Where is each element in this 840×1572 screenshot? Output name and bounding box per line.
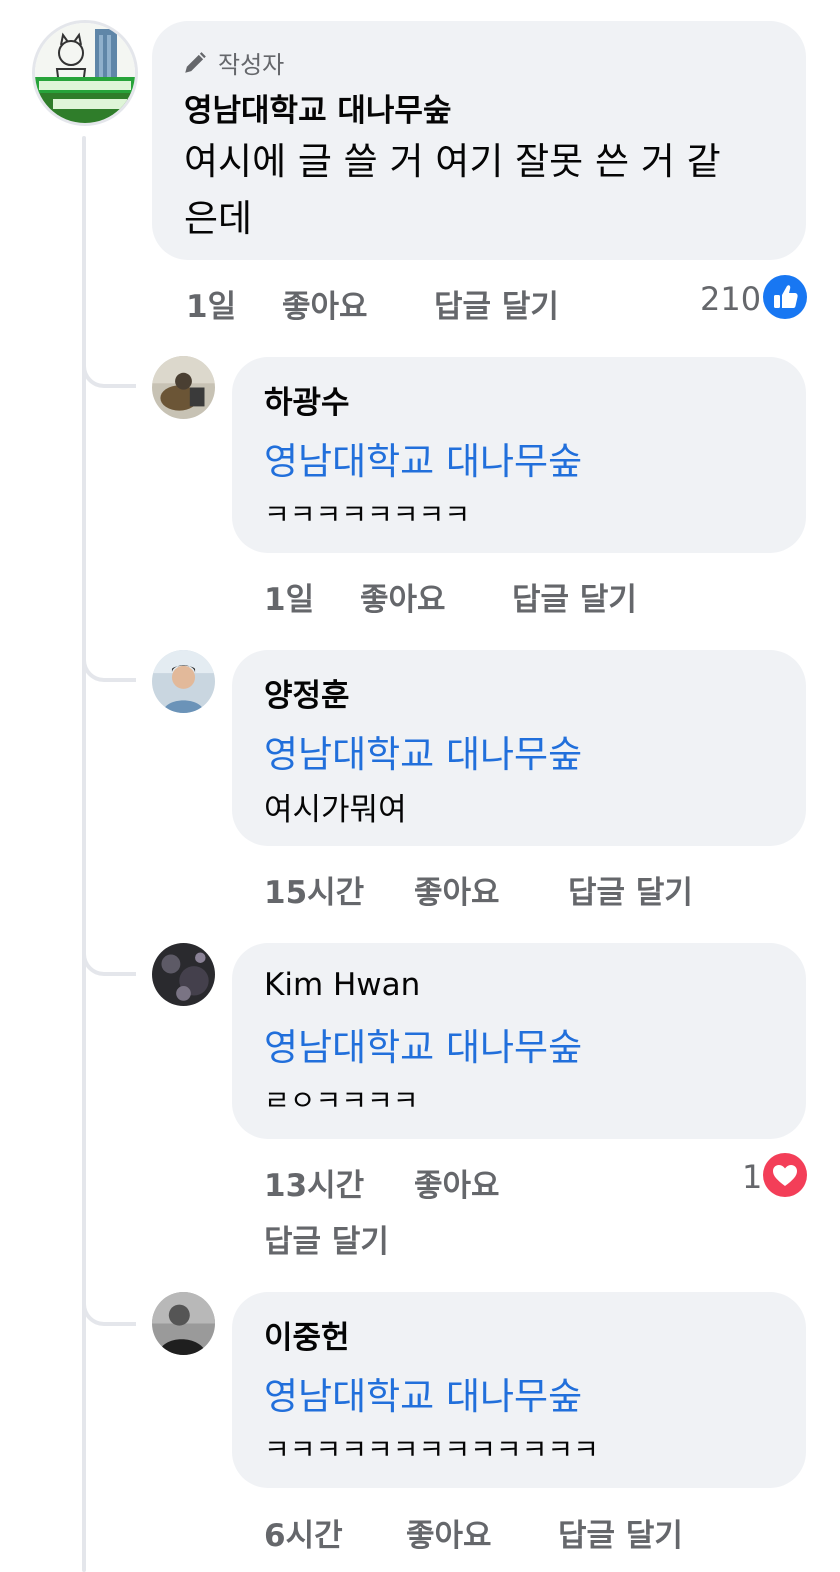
like-button[interactable]: 좋아요 — [282, 281, 368, 326]
reply-button[interactable]: 답글 달기 — [568, 867, 693, 912]
author-badge-label: 작성자 — [218, 51, 285, 79]
reply-author-name[interactable]: 이중헌 — [264, 1312, 350, 1357]
heart-icon[interactable] — [763, 1153, 807, 1197]
reply-button[interactable]: 답글 달기 — [264, 1216, 389, 1261]
comment-text: 여시에 글 쓸 거 여기 잘못 쓴 거 같은데 — [184, 140, 721, 240]
author-badge: 작성자 — [182, 45, 284, 80]
pen-icon — [185, 51, 206, 73]
like-button[interactable]: 좋아요 — [414, 867, 500, 912]
reply-avatar[interactable] — [152, 650, 215, 713]
reply-button[interactable]: 답글 달기 — [558, 1510, 683, 1555]
reply-bubble: 하광수 영남대학교 대나무숲 ㅋㅋㅋㅋㅋㅋㅋㅋ — [232, 357, 806, 553]
reply-time[interactable]: 15시간 — [264, 867, 364, 912]
reply-time[interactable]: 1일 — [264, 574, 314, 619]
reply-avatar[interactable] — [152, 943, 215, 1006]
reply-bubble: Kim Hwan 영남대학교 대나무숲 ㄹㅇㅋㅋㅋㅋ — [232, 943, 806, 1139]
reaction-count[interactable]: 1 — [742, 1158, 762, 1196]
mention-link[interactable]: 영남대학교 대나무숲 — [264, 1017, 582, 1071]
reply-avatar[interactable] — [152, 1292, 215, 1355]
thread-branch — [82, 930, 136, 976]
reply-avatar[interactable] — [152, 356, 215, 419]
mention-link[interactable]: 영남대학교 대나무숲 — [264, 724, 582, 778]
thread-branch — [82, 1280, 136, 1326]
like-button[interactable]: 좋아요 — [360, 574, 446, 619]
reply-button[interactable]: 답글 달기 — [434, 281, 559, 326]
reply-text: ㄹㅇㅋㅋㅋㅋ — [264, 1084, 419, 1117]
reply-author-name[interactable]: 하광수 — [264, 377, 350, 422]
reaction-count[interactable]: 210 — [700, 280, 761, 318]
reply-time[interactable]: 13시간 — [264, 1160, 364, 1205]
like-icon[interactable] — [763, 275, 807, 319]
reply-text: 여시가뭐여 — [264, 792, 407, 828]
thread-branch — [82, 342, 136, 388]
thread-branch — [82, 636, 136, 682]
comment-time[interactable]: 1일 — [186, 281, 236, 326]
like-button[interactable]: 좋아요 — [406, 1510, 492, 1555]
page-avatar[interactable] — [32, 20, 138, 126]
mention-link[interactable]: 영남대학교 대나무숲 — [264, 431, 582, 485]
comment-bubble: 작성자 영남대학교 대나무숲 여시에 글 쓸 거 여기 잘못 쓴 거 같은데 — [152, 21, 806, 260]
reply-author-name[interactable]: Kim Hwan — [264, 967, 420, 1003]
comment-author-name[interactable]: 영남대학교 대나무숲 — [184, 85, 451, 130]
reply-author-name[interactable]: 양정훈 — [264, 670, 350, 715]
reply-bubble: 이중헌 영남대학교 대나무숲 ㅋㅋㅋㅋㅋㅋㅋㅋㅋㅋㅋㅋㅋ — [232, 1292, 806, 1488]
reply-bubble: 양정훈 영남대학교 대나무숲 여시가뭐여 — [232, 650, 806, 846]
mention-link[interactable]: 영남대학교 대나무숲 — [264, 1366, 582, 1420]
reply-text: ㅋㅋㅋㅋㅋㅋㅋㅋ — [264, 498, 471, 531]
reply-text: ㅋㅋㅋㅋㅋㅋㅋㅋㅋㅋㅋㅋㅋ — [264, 1433, 599, 1466]
reply-button[interactable]: 답글 달기 — [512, 574, 637, 619]
like-button[interactable]: 좋아요 — [414, 1160, 500, 1205]
reply-time[interactable]: 6시간 — [264, 1510, 343, 1555]
